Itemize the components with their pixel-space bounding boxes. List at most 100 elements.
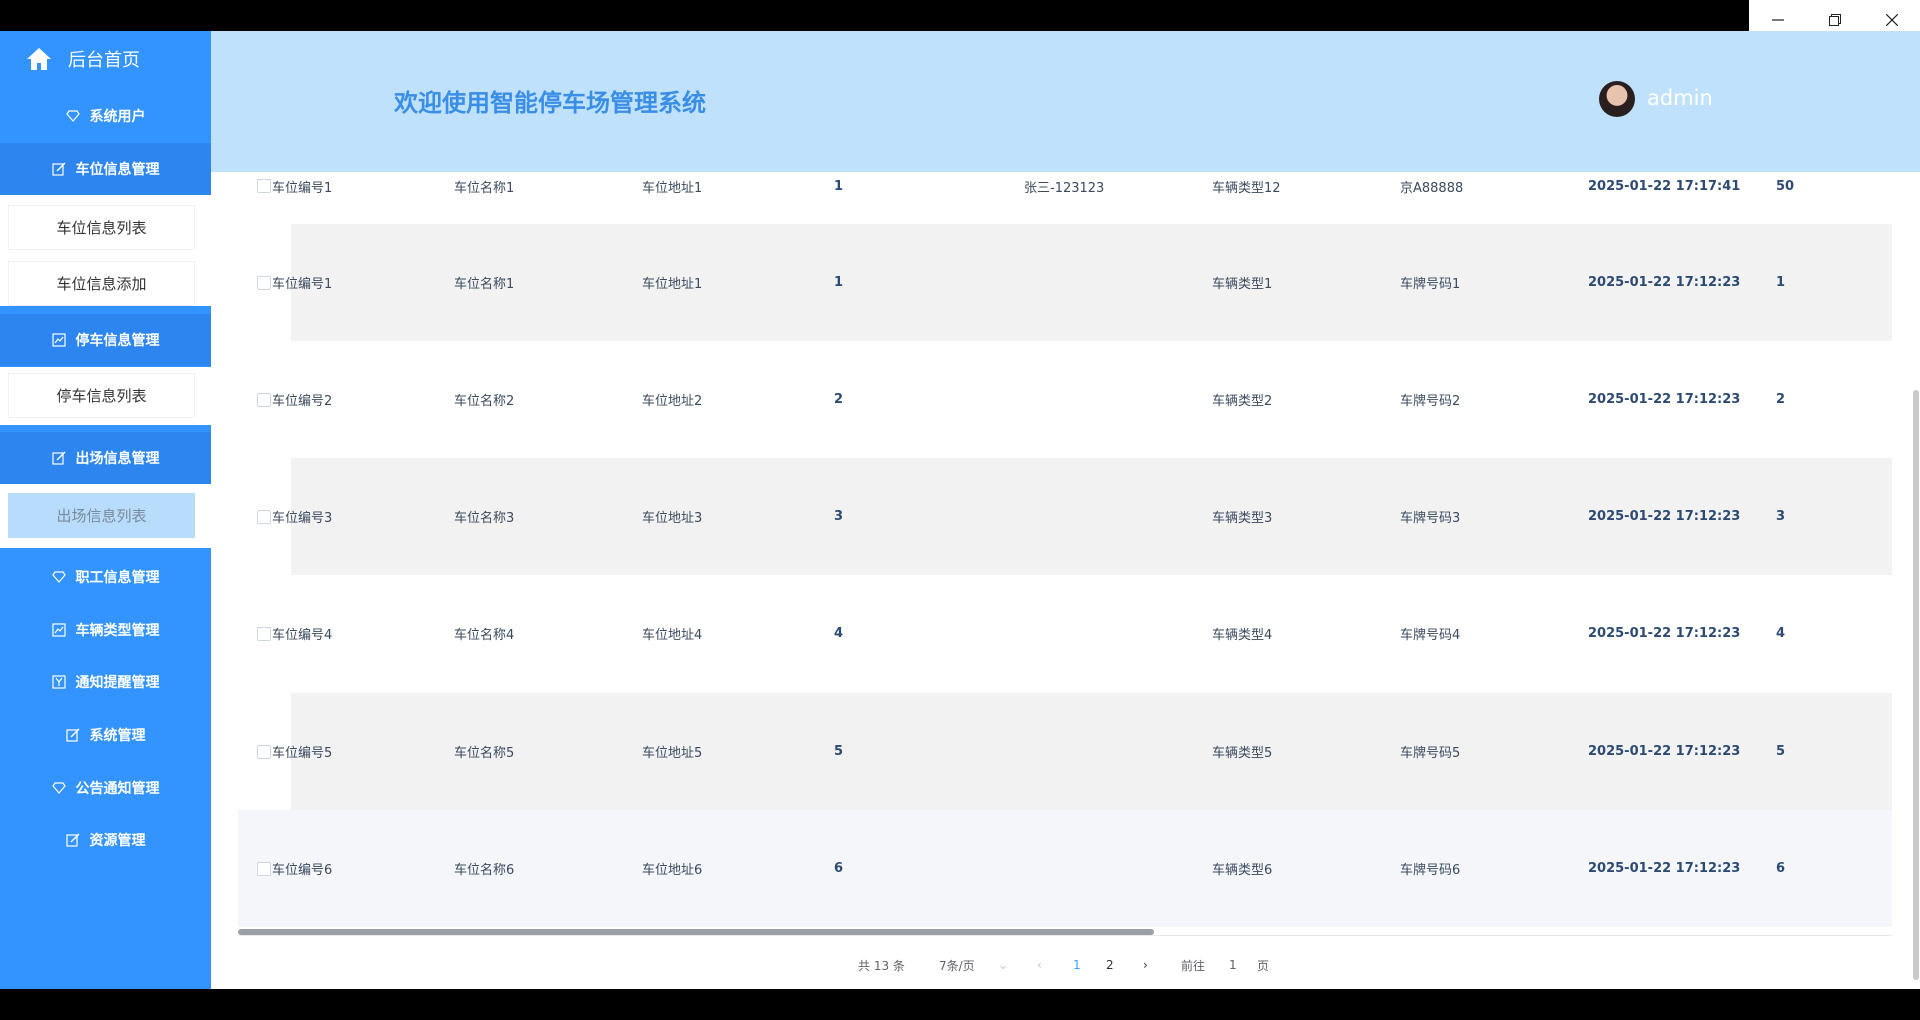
table-cell: 车辆类型1 [1212, 277, 1273, 292]
menu-announcement[interactable]: 公告通知管理 [0, 762, 211, 814]
submenu-item-exit-list[interactable]: 出场信息列表 [8, 493, 195, 538]
table-row[interactable]: 车位编号3 车位名称3 车位地址3 3 车辆类型3 车牌号码3 2025-01-22 17:… [238, 458, 1892, 575]
main-content: 车位编号1 车位名称1 车位地址1 1 张三-123123 车辆类型12 京A88888 20… [211, 172, 1920, 989]
menu-vehicle-type[interactable]: 车辆类型管理 [0, 604, 211, 656]
table-cell: 车位地址4 [642, 628, 703, 643]
edit-icon [65, 833, 80, 847]
table-cell: 车位编号1 [272, 277, 333, 292]
table-cell: 车牌号码3 [1400, 511, 1461, 526]
row-checkbox[interactable] [257, 509, 271, 524]
submenu-item-parking-list[interactable]: 停车信息列表 [8, 373, 195, 418]
table-cell: 2025-01-22 17:12:23 [1588, 744, 1741, 759]
sidebar-home[interactable]: 后台首页 [0, 31, 211, 86]
avatar[interactable] [1599, 81, 1635, 117]
submenu-item-space-list[interactable]: 车位信息列表 [8, 205, 195, 250]
table-cell: 车位地址1 [642, 277, 703, 292]
table-cell: 车牌号码6 [1400, 863, 1461, 878]
table-row[interactable]: 车位编号6 车位名称6 车位地址6 6 车辆类型6 车牌号码6 2025-01-22 17:… [238, 810, 1892, 927]
table-cell: 5 [1776, 744, 1786, 759]
table-cell: 2025-01-22 17:12:23 [1588, 509, 1741, 524]
goto-suffix: 页 [1257, 958, 1270, 973]
submenu-exit-info: 出场信息列表 [0, 484, 211, 548]
next-page-icon[interactable]: › [1143, 950, 1148, 980]
username[interactable]: admin [1647, 86, 1713, 110]
row-checkbox[interactable] [257, 179, 271, 193]
pagination-total: 共 13 条 [858, 958, 905, 973]
yen-icon [51, 675, 66, 689]
row-checkbox[interactable] [257, 861, 271, 876]
menu-staff[interactable]: 职工信息管理 [0, 551, 211, 603]
table-cell: 车牌号码5 [1400, 746, 1461, 761]
table-cell: 2025-01-22 17:12:23 [1588, 275, 1741, 290]
table-cell: 2 [1776, 392, 1786, 407]
table-cell: 车位名称2 [454, 394, 515, 409]
table-cell: 车牌号码2 [1400, 394, 1461, 409]
edit-icon [65, 728, 80, 742]
diamond-icon [65, 109, 80, 123]
table-cell: 2025-01-22 17:12:23 [1588, 861, 1741, 876]
table-cell: 车位名称1 [454, 277, 515, 292]
table-cell: 车辆类型4 [1212, 628, 1273, 643]
table-cell: 车位地址3 [642, 511, 703, 526]
goto-input[interactable]: 1 [1229, 950, 1237, 980]
taskbar [0, 989, 1920, 1020]
menu-notice-reminder[interactable]: 通知提醒管理 [0, 656, 211, 708]
title-bar [0, 0, 1920, 31]
page-2[interactable]: 2 [1106, 950, 1114, 980]
table-cell: 车辆类型2 [1212, 394, 1273, 409]
pagination: 共 13 条 7条/页 ⌄ ‹ 1 2 › 前往 1 页 [211, 950, 1920, 980]
row-checkbox[interactable] [257, 275, 271, 290]
table-row[interactable]: 车位编号2 车位名称2 车位地址2 2 车辆类型2 车牌号码2 2025-01-22 17:… [238, 341, 1892, 458]
chevron-down-icon[interactable]: ⌄ [998, 950, 1008, 980]
table-cell: 5 [834, 744, 844, 759]
menu-system-management[interactable]: 系统管理 [0, 709, 211, 761]
diamond-icon [51, 570, 66, 584]
table-row[interactable]: 车位编号1 车位名称1 车位地址1 1 车辆类型1 车牌号码1 2025-01-22 17:… [238, 224, 1892, 341]
table-cell: 车位编号3 [272, 511, 333, 526]
row-checkbox[interactable] [257, 392, 271, 407]
page-1[interactable]: 1 [1073, 950, 1081, 980]
table-cell: 1 [1776, 275, 1786, 290]
table-row[interactable]: 车位编号4 车位名称4 车位地址4 4 车辆类型4 车牌号码4 2025-01-22 17:… [238, 575, 1892, 692]
submenu-parking-space: 车位信息列表 车位信息添加 [0, 195, 211, 306]
sidebar: 后台首页 系统用户 车位信息管理 车位信息列表 车位信息添加 停车信息管理 停车… [0, 31, 211, 989]
table-cell: 车位编号4 [272, 628, 333, 643]
table-cell: 车辆类型3 [1212, 511, 1273, 526]
submenu-item-space-add[interactable]: 车位信息添加 [8, 261, 195, 306]
menu-parking-space[interactable]: 车位信息管理 [0, 143, 211, 195]
table-row[interactable]: 车位编号5 车位名称5 车位地址5 5 车辆类型5 车牌号码5 2025-01-22 17:… [238, 693, 1892, 810]
table-cell: 车辆类型6 [1212, 863, 1273, 878]
page-title: 欢迎使用智能停车场管理系统 [394, 89, 706, 117]
vertical-scrollbar[interactable] [1913, 390, 1919, 980]
menu-system-users[interactable]: 系统用户 [0, 90, 211, 142]
table-cell: 3 [834, 509, 844, 524]
table-cell: 车辆类型5 [1212, 746, 1273, 761]
table-cell: 车位名称6 [454, 863, 515, 878]
chart-icon [51, 333, 66, 347]
prev-page-icon[interactable]: ‹ [1037, 950, 1042, 980]
table-cell: 2025-01-22 17:12:23 [1588, 626, 1741, 641]
close-icon [1885, 13, 1898, 26]
table-cell: 3 [1776, 509, 1786, 524]
sidebar-home-label: 后台首页 [68, 49, 140, 71]
menu-exit-info[interactable]: 出场信息管理 [0, 432, 211, 484]
goto-label: 前往 [1181, 958, 1206, 973]
table-cell: 车位编号5 [272, 746, 333, 761]
table-cell: 车位地址5 [642, 746, 703, 761]
table-cell: 2 [834, 392, 844, 407]
row-checkbox[interactable] [257, 626, 271, 641]
menu-resources[interactable]: 资源管理 [0, 814, 211, 866]
row-checkbox[interactable] [257, 744, 271, 759]
restore-icon [1828, 13, 1841, 26]
table-cell: 车位地址2 [642, 394, 703, 409]
edit-icon [51, 451, 66, 465]
table-cell: 车位编号2 [272, 394, 333, 409]
table-cell: 车位地址6 [642, 863, 703, 878]
table-cell: 2025-01-22 17:12:23 [1588, 392, 1741, 407]
menu-parking-info[interactable]: 停车信息管理 [0, 314, 211, 366]
table-cell: 车牌号码4 [1400, 628, 1461, 643]
page-header: 欢迎使用智能停车场管理系统 admin [211, 31, 1920, 172]
horizontal-scrollbar[interactable] [238, 929, 1154, 935]
table-cell: 车位名称5 [454, 746, 515, 761]
page-size-select[interactable]: 7条/页 [939, 950, 975, 980]
